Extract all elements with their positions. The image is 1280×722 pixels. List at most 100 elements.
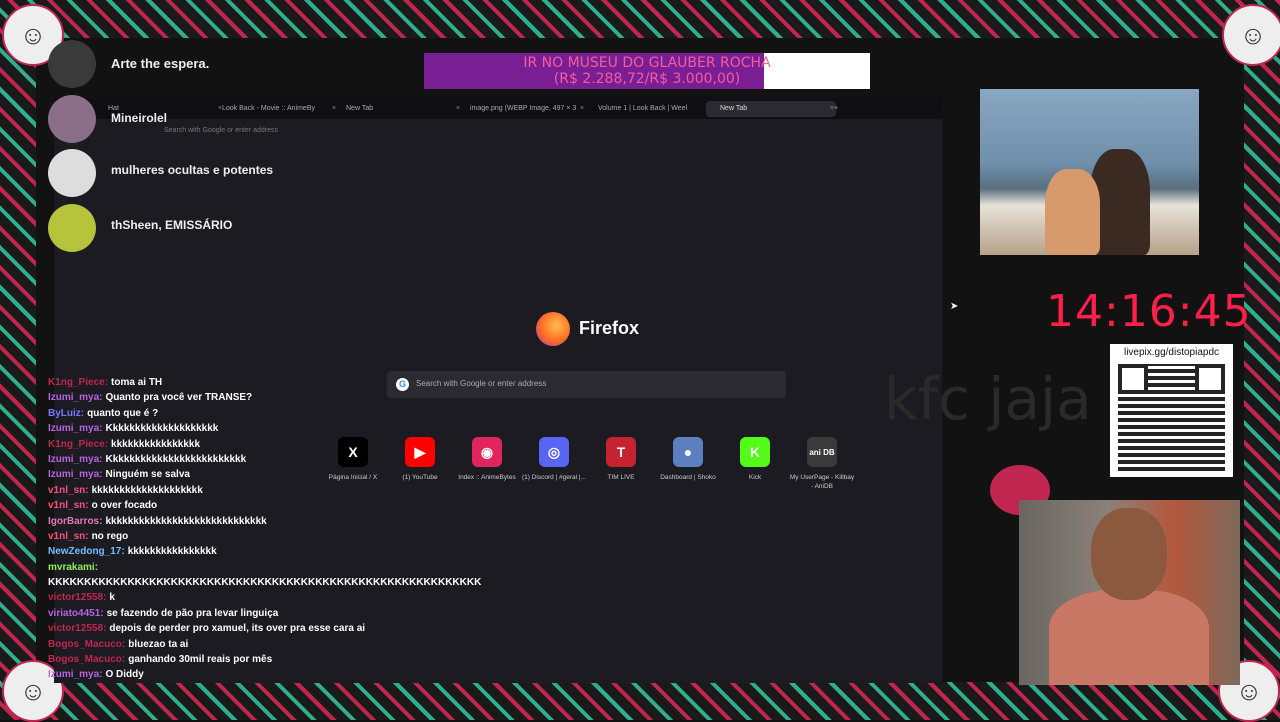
- shortcut-tile[interactable]: ● Dashboard | Shoko: [655, 437, 721, 482]
- chat-username: K1ng_Piece:: [48, 377, 109, 388]
- browser-tab[interactable]: Volume 1 | Look Back | Weel×: [584, 101, 714, 117]
- event-avatar: [48, 95, 96, 143]
- chat-username: Bogos_Macuco:: [48, 654, 126, 666]
- chat-username: NewZedong_17:: [48, 546, 125, 558]
- chat-text: Ninguém se salva: [105, 469, 190, 481]
- chat-text: kkkkkkkkkkkkkkkkkkkkkkkkkkkkk: [105, 515, 267, 527]
- chat-message: KKKKKKKKKKKKKKKKKKKKKKKKKKKKKKKKKKKKKKKK…: [48, 575, 498, 590]
- mouse-cursor-icon: ➤: [950, 301, 959, 312]
- chat-message: v1nl_sn: o over focado: [48, 498, 498, 513]
- chat-message: viriato4451: se fazendo de pão pra levar …: [48, 606, 498, 621]
- chat-username: victor12558:: [48, 623, 107, 635]
- chat-text: se fazendo de pão pra levar linguiça: [106, 607, 279, 619]
- chat-message: Izumi_mya: Kkkkkkkkkkkkkkkkkkkk: [48, 421, 498, 436]
- chat-message: K1ng_Piece: toma ai TH: [48, 375, 498, 390]
- tab-label: Look Back - Movie :: AnimeBy: [222, 105, 315, 112]
- shortcut-label: Kick: [748, 474, 762, 481]
- tab-label: New Tab: [346, 105, 374, 112]
- shortcut-tile[interactable]: ◎ (1) Discord | #geral |...: [521, 437, 587, 482]
- shoko-icon: ●: [673, 437, 703, 467]
- event-avatar: [48, 149, 96, 197]
- chat-username: Izumi_mya:: [48, 469, 103, 481]
- chat-message: K1ng_Piece: kkkkkkkkkkkkkkkk: [48, 437, 498, 452]
- anidb-icon: ani DB: [807, 437, 837, 467]
- chat-username: Izumi_mya:: [48, 453, 103, 465]
- event-text: Mineirolel: [111, 111, 168, 125]
- qr-code-icon: [1118, 364, 1225, 471]
- shortcut-label: My UserPage - Killbay - AniDB: [789, 474, 855, 490]
- chat-message: victor12558: depois de perder pro xamuel,…: [48, 621, 498, 636]
- donation-goal-banner: IR NO MUSEU DO GLAUBER ROCHA (R$ 2.288,7…: [424, 53, 870, 89]
- chat-text: toma ai TH: [111, 377, 163, 388]
- chat-text: quanto que é ?: [87, 407, 159, 419]
- chat-username: v1nl_sn:: [48, 500, 89, 512]
- tab-label: Volume 1 | Look Back | Weel: [598, 105, 688, 112]
- corner-avatar-top-right: ☺: [1222, 4, 1280, 66]
- chat-text: o over focado: [91, 500, 158, 512]
- browser-tab[interactable]: Look Back - Movie :: AnimeBy ×: [208, 101, 338, 117]
- chat-username: v1nl_sn:: [48, 530, 89, 542]
- tab-strip: Hat × Look Back - Movie :: AnimeBy × New Tab…: [54, 97, 942, 119]
- shortcut-label: (1) Discord | #geral |...: [521, 474, 587, 481]
- chat-message: victor12558: k: [48, 590, 498, 605]
- chat-text: no rego: [91, 530, 129, 542]
- shortcut-tile[interactable]: K Kick: [722, 437, 788, 482]
- chat-username: K1ng_Piece:: [48, 438, 109, 450]
- overlay-text: kfc jaja: [884, 365, 1092, 433]
- chat-message: IgorBarros: kkkkkkkkkkkkkkkkkkkkkkkkkkkkk: [48, 514, 498, 529]
- browser-tab[interactable]: image.png (WEBP Image, 497 × 3 ×: [456, 101, 586, 117]
- chat-message: NewZedong_17: kkkkkkkkkkkkkkkk: [48, 544, 498, 559]
- chat-username: v1nl_sn:: [48, 484, 89, 496]
- goal-text: IR NO MUSEU DO GLAUBER ROCHA (R$ 2.288,7…: [424, 55, 870, 87]
- chat-message: Bogos_Macuco: bluezao ta ai: [48, 637, 498, 652]
- chat-username: viriato4451:: [48, 607, 104, 619]
- tim-icon: T: [606, 437, 636, 467]
- chat-message: v1nl_sn: kkkkkkkkkkkkkkkkkkkk: [48, 483, 498, 498]
- firefox-logo-icon: [536, 312, 570, 346]
- event-text: thSheen, EMISSÁRIO: [111, 218, 233, 232]
- chat-username: Bogos_Macuco:: [48, 638, 126, 650]
- tab-label: New Tab: [720, 105, 748, 112]
- goal-amount: (R$ 2.288,72/R$ 3.000,00): [553, 71, 741, 87]
- chat-text: depois de perder pro xamuel, its over pr…: [109, 623, 366, 635]
- chat-text: Kkkkkkkkkkkkkkkkkkkk: [105, 423, 219, 435]
- chat-message: Izumi_mya: Kkkkkkkkkkkkkkkkkkkkkkkkk: [48, 452, 498, 467]
- kick-icon: K: [740, 437, 770, 467]
- chat-message: Izumi_mya: Ninguém se salva: [48, 467, 498, 482]
- video-player: [980, 89, 1199, 255]
- chat-text: Kkkkkkkkkkkkkkkkkkkkkkkkk: [105, 453, 247, 465]
- chat-message: ByLuiz: quanto que é ?: [48, 406, 498, 421]
- shortcut-tile[interactable]: T TIM LIVE: [588, 437, 654, 482]
- webcam-person-body: [1049, 590, 1209, 685]
- event-text: Arte the espera.: [111, 56, 210, 71]
- chat-username: Izumi_mya:: [48, 392, 103, 404]
- new-tab-button[interactable]: +: [834, 101, 848, 117]
- webcam-feed: [1019, 500, 1240, 685]
- video-figure: [1045, 169, 1100, 255]
- chat-text: O Diddy: [105, 669, 144, 681]
- chat-message: Bogos_Macuco: ganhando 30mil reais por mê…: [48, 652, 498, 667]
- chat-message: mvrakami:: [48, 560, 498, 575]
- firefox-brand-title: Firefox: [579, 318, 640, 338]
- chat-username: victor12558:: [48, 592, 107, 604]
- chat-message: Izumi_mya: Quanto pra você ver TRANSE?: [48, 390, 498, 405]
- shortcut-tile[interactable]: ani DB My UserPage - Killbay - AniDB: [789, 437, 855, 491]
- shortcut-label: Dashboard | Shoko: [660, 474, 716, 481]
- chat-message: v1nl_sn: no rego: [48, 529, 498, 544]
- chat-text: kkkkkkkkkkkkkkkkkkkk: [91, 484, 203, 496]
- chat-text: k: [109, 592, 115, 604]
- chat-text: ganhando 30mil reais por mês: [128, 654, 273, 666]
- chat-text: KKKKKKKKKKKKKKKKKKKKKKKKKKKKKKKKKKKKKKKK…: [48, 577, 482, 589]
- browser-tab[interactable]: New Tab ×: [706, 101, 836, 117]
- chat-username: ByLuiz:: [48, 407, 85, 419]
- browser-tab[interactable]: New Tab ×: [332, 101, 462, 117]
- event-avatar: [48, 40, 96, 88]
- url-bar[interactable]: Search with Google or enter address: [164, 124, 994, 138]
- stream-clock: 14:16:45: [1046, 286, 1252, 337]
- chat-message: Izumi_mya: O Diddy: [48, 667, 498, 682]
- chat-username: Izumi_mya:: [48, 423, 103, 435]
- event-text: mulheres ocultas e potentes: [111, 163, 274, 177]
- qr-label: livepix.gg/distopiapdc: [1123, 347, 1220, 358]
- shortcut-label: TIM LIVE: [607, 474, 635, 481]
- discord-icon: ◎: [539, 437, 569, 467]
